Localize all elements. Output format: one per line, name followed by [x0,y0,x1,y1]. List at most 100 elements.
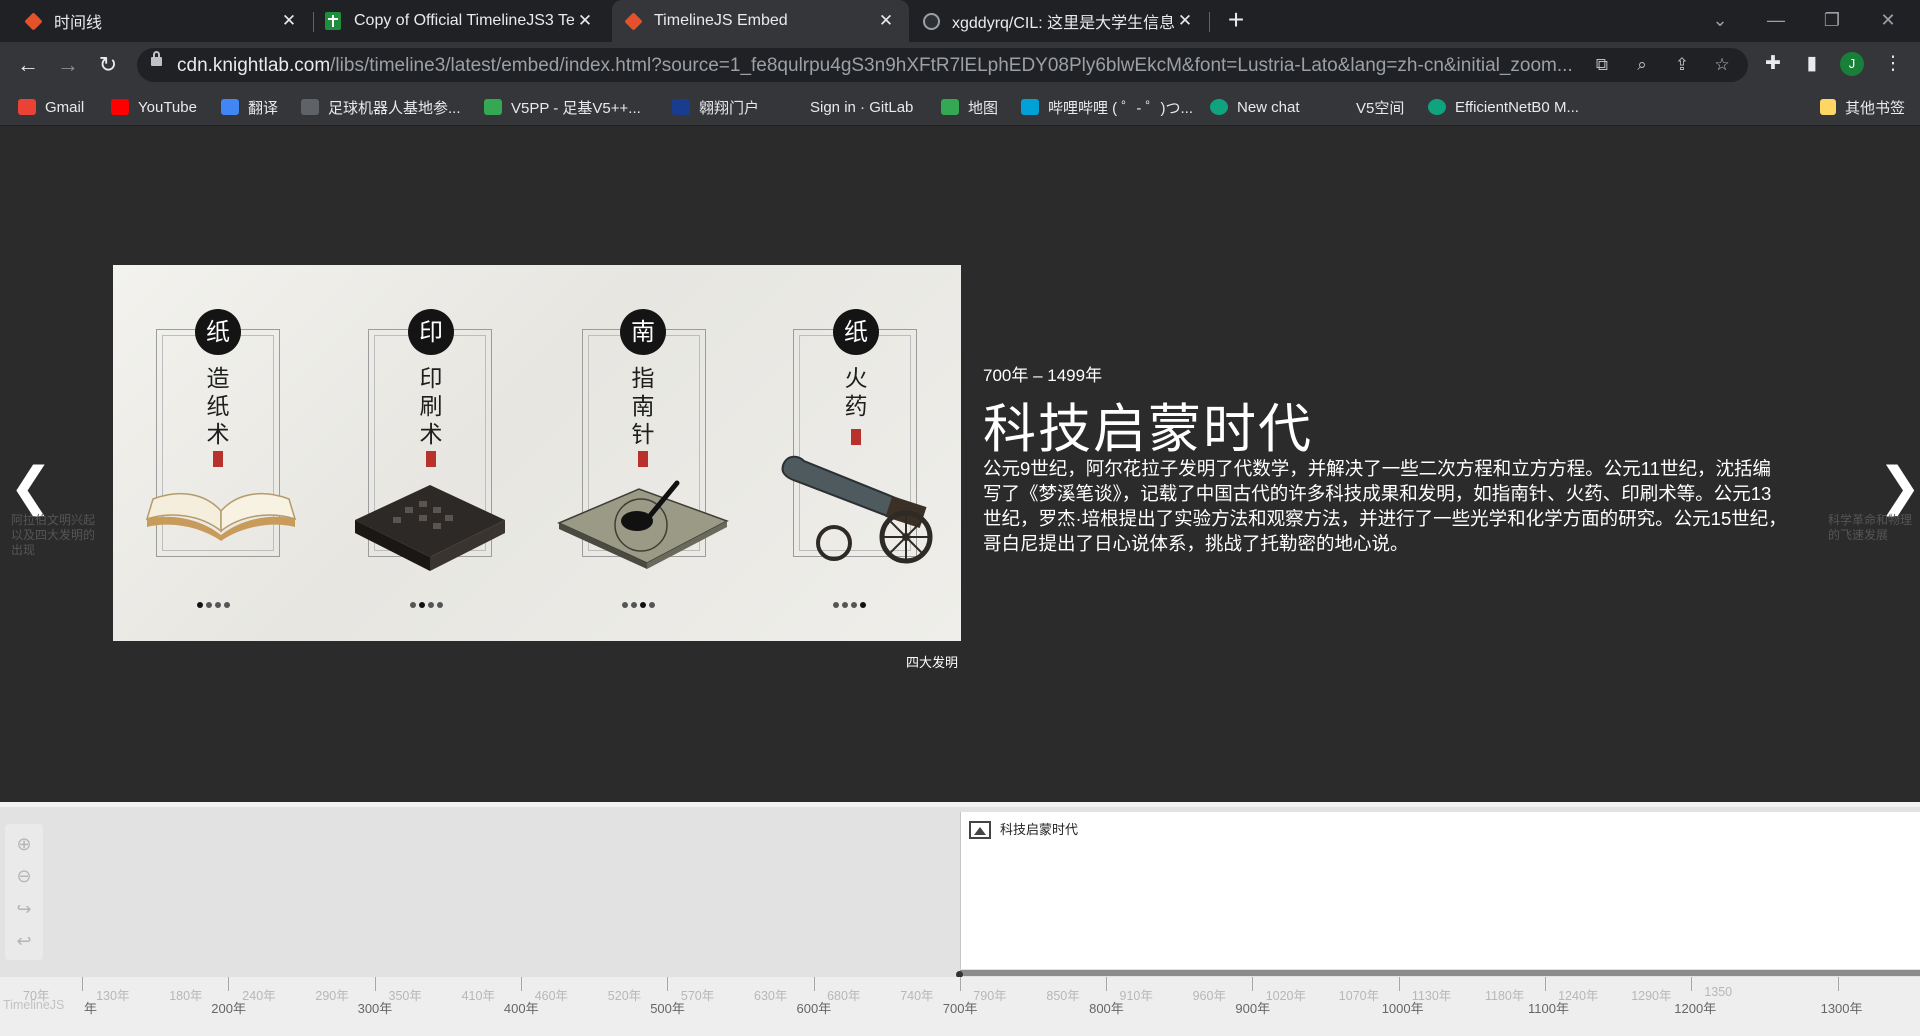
axis-minor-tick-label: 1020年 [1265,989,1306,1003]
slide-date: 700年 – 1499年 [983,366,1103,385]
bookmark-label: New chat [1237,98,1300,116]
bookmark-v5-space[interactable]: V5空间 [1329,97,1404,117]
close-tab-icon[interactable]: ✕ [574,11,596,31]
bookmark-new-chat[interactable]: New chat [1210,97,1300,117]
close-tab-icon[interactable]: ✕ [1174,11,1196,31]
google-translate-icon [221,99,239,115]
previous-slide-title[interactable]: 阿拉伯文明兴起以及四大发明的出现 [11,513,101,558]
url-path: /libs/timeline3/latest/embed/index.html?… [330,55,1573,76]
next-slide-title[interactable]: 科学革命和物理的飞速发展 [1828,513,1918,543]
timeline-navigation: ⊕ ⊖ ↪ ↩ 科技启蒙时代 TimelineJS 70年 130年 180年 240… [0,802,1920,1036]
south-pointing-spoon-compass-icon [557,480,729,569]
axis-major-tick [1398,977,1400,991]
bookmark-label: YouTube [138,98,197,116]
axis-major-tick [1252,977,1254,991]
bookmark-efficientnet[interactable]: EfficientNetB0 M... [1428,97,1579,117]
bookmark-gmail[interactable]: Gmail [18,97,84,117]
hero-panel-circle: 印 [408,309,454,355]
axis-major-tick-label: 1200年 [1674,1001,1717,1016]
zoom-out-icon[interactable]: ⊖ [12,864,36,888]
bookmark-label: Sign in · GitLab [810,98,914,116]
side-panel-icon[interactable]: ▮ [1798,50,1826,78]
tab-timeline[interactable]: 时间线 ✕ [0,0,312,42]
bookmark-star-icon[interactable]: ☆ [1710,53,1734,77]
toolbar: ← → ↻ cdn.knightlab.com/libs/timeline3/l… [0,42,1920,88]
bookmark-translate[interactable]: 翻译 [221,97,278,117]
url-text[interactable]: cdn.knightlab.com/libs/timeline3/latest/… [177,55,1577,77]
tab-timelinejs-embed[interactable]: TimelineJS Embed ✕ [612,0,909,42]
reload-icon[interactable]: ↻ [93,50,123,80]
close-tab-icon[interactable]: ✕ [875,11,897,31]
red-seal-icon [213,451,223,467]
bookmark-v5pp[interactable]: V5PP - 足基V5++... [484,97,641,117]
axis-major-tick [520,977,522,991]
axis-major-tick-label: 800年 [1089,1001,1124,1016]
back-arrow-icon[interactable]: ← [13,50,43,80]
axis-minor-tick-label: 630年 [754,989,788,1003]
tab-title: TimelineJS Embed [654,12,788,29]
address-bar[interactable]: cdn.knightlab.com/libs/timeline3/latest/… [137,48,1748,82]
axis-minor-tick-label: 350年 [388,989,422,1003]
bookmark-other-folder[interactable]: 其他书签 [1820,97,1905,117]
bookmarks-bar: Gmail YouTube 翻译 足球机器人基地参... V5PP - 足基V5… [0,88,1920,126]
profile-avatar[interactable]: J [1840,52,1864,76]
bookmark-youtube[interactable]: YouTube [111,97,197,117]
redo-icon[interactable]: ↪ [12,897,36,921]
knightlab-diamond-icon [623,11,643,31]
tab-title: xgddyrq/CIL: 这里是大学生信息 [952,15,1174,32]
next-slide-arrow-icon[interactable]: ❯ [1878,457,1920,517]
new-tab-button[interactable]: + [1221,4,1251,36]
axis-major-tick-label: 500年 [650,1001,685,1016]
restore-icon[interactable]: ❐ [1804,0,1860,42]
carousel-dots [833,602,866,612]
bookmark-folder-robot[interactable]: 足球机器人基地参... [301,97,461,117]
hero-panel-circle: 纸 [833,309,879,355]
close-window-icon[interactable]: ✕ [1860,0,1916,42]
axis-major-tick [813,977,815,991]
bookmark-aoxiang[interactable]: 翱翔门户 [672,97,759,117]
chatgpt-icon [1210,99,1228,115]
bookmark-bilibili[interactable]: 哔哩哔哩 ( ゜- ゜)つ... [1021,97,1193,117]
axis-major-tick [1837,977,1839,991]
open-book-icon [145,492,297,541]
menu-kebab-icon[interactable]: ⋮ [1879,50,1907,78]
bookmark-maps[interactable]: 地图 [941,97,998,117]
close-tab-icon[interactable]: ✕ [278,11,300,31]
tab-google-sheet[interactable]: Copy of Official TimelineJS3 Te ✕ [314,0,608,42]
chatgpt-icon [1428,99,1446,115]
bookmark-label: EfficientNetB0 M... [1455,98,1579,116]
previous-slide-arrow-icon[interactable]: ❮ [9,457,53,517]
minimize-icon[interactable]: — [1748,0,1804,42]
tab-search-icon[interactable]: ⌄ [1692,0,1748,42]
axis-major-tick [1106,977,1108,991]
bookmark-gitlab[interactable]: Sign in · GitLab [783,97,913,117]
extensions-puzzle-icon[interactable]: ✚ [1759,50,1787,78]
timeline-marker[interactable]: 科技启蒙时代 [960,812,1920,969]
cannon-icon [781,455,933,564]
axis-major-tick [82,977,83,991]
media-caption: 四大发明 [906,655,959,670]
tab-github[interactable]: xgddyrq/CIL: 这里是大学生信息 ✕ [910,0,1208,42]
hero-panel-label: 指南针 [631,366,655,448]
axis-minor-tick-label: 850年 [1046,989,1080,1003]
axis-major-tick [374,977,376,991]
undo-icon[interactable]: ↩ [12,929,36,953]
bookmark-label: V5PP - 足基V5++... [511,99,641,117]
carousel-dots [197,602,230,612]
axis-major-tick-label: 900年 [1235,1001,1271,1016]
lock-icon[interactable] [151,51,162,66]
marker-duration-bar [960,970,1920,976]
share-icon[interactable]: ⇪ [1670,53,1694,77]
zoom-icon[interactable]: ⌕ [1630,53,1654,77]
zoom-in-icon[interactable]: ⊕ [12,832,36,856]
translate-icon[interactable]: ⧉ [1590,53,1614,77]
red-seal-icon [851,429,861,445]
axis-minor-tick-label: 410年 [461,989,495,1003]
axis-minor-tick-label: 180年 [169,989,203,1003]
forward-arrow-icon[interactable]: → [53,50,83,80]
v5pp-icon [484,99,502,115]
slide-media-image: 纸 造纸术 印 印刷术 南 指南针 纸 火药 [113,265,961,641]
hero-panel-circle: 南 [620,309,666,355]
axis-major-tick [667,977,669,991]
movable-type-block-icon [355,485,505,571]
